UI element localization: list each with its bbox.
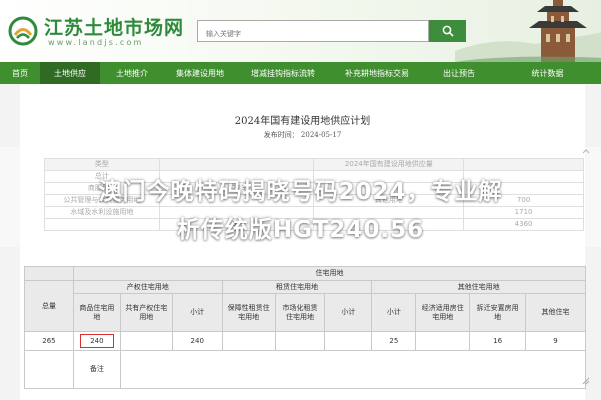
column-header: 市场化租赁住宅用地 [274, 293, 326, 332]
table-cell [24, 350, 74, 389]
pavilion-illustration [455, 0, 601, 62]
main-nav: 首页 土地供应 土地推介 集体建设用地 增减挂钩指标流转 补充耕地指标交易 出让预告 统计数据 [0, 62, 601, 84]
table-cell: 9 [525, 331, 586, 351]
table-cell [24, 266, 74, 281]
total-header: 总量 [24, 280, 74, 332]
housing-header: 住宅用地 [72, 266, 587, 281]
table-cell: 25 [371, 331, 417, 351]
nav-item[interactable]: 补充耕地指标交易 [330, 62, 424, 84]
watermark-text: 澳门今晚特码揭晓号码2024，专业解 [98, 179, 503, 205]
nav-item[interactable]: 统计数据 [494, 62, 601, 84]
column-header: 其他住宅 [525, 293, 586, 332]
table-cell [274, 331, 326, 351]
group-header-other: 其他住宅用地 [371, 280, 586, 294]
site-url: www.landjs.com [48, 38, 144, 47]
nav-item[interactable]: 土地供应 [40, 62, 100, 84]
document-title: 2024年国有建设用地供应计划 [234, 116, 371, 127]
table-row: 265 240 240 25 16 9 [24, 331, 586, 351]
table-row: 商品住宅用地 共有产权住宅用地 小计 保障性租赁住宅用地 市场化租赁住宅用地 小… [25, 293, 586, 332]
remark-label: 备注 [72, 350, 121, 389]
remark-value [119, 350, 587, 389]
nav-item[interactable]: 首页 [0, 62, 40, 84]
column-header: 拆迁安置房用地 [469, 293, 527, 332]
nav-item[interactable]: 土地推介 [100, 62, 164, 84]
table-cell: 16 [469, 331, 527, 351]
housing-land-table: 住宅用地 总量 产权住宅用地 租赁住宅用地 其他住宅用地 商品住宅用地 共有产权… [24, 266, 587, 389]
table-cell: 265 [24, 331, 74, 351]
column-header: 小计 [324, 293, 373, 332]
site-header: 江苏土地市场网 www.landjs.com [0, 0, 601, 62]
table-cell [221, 331, 276, 351]
nav-item[interactable]: 集体建设用地 [164, 62, 236, 84]
site-title[interactable]: 江苏土地市场网 [44, 13, 184, 40]
logo-icon[interactable] [8, 16, 38, 46]
column-header: 小计 [371, 293, 417, 332]
table-cell: 240 [171, 331, 223, 351]
column-header: 小计 [171, 293, 223, 332]
table-row: 备注 [24, 350, 587, 389]
nav-item[interactable]: 增减挂钩指标流转 [236, 62, 330, 84]
table-row: 住宅用地 [24, 266, 587, 281]
watermark-text: 析传统版HGT240.56 [176, 217, 425, 243]
search-box [197, 20, 429, 44]
resize-handle-icon[interactable] [582, 377, 590, 385]
table-cell [415, 331, 471, 351]
column-header: 共有产权住宅用地 [119, 293, 173, 332]
search-input[interactable] [198, 24, 428, 44]
column-header: 保障性租赁住宅用地 [221, 293, 276, 332]
column-header: 经济适用房住宅用地 [415, 293, 471, 332]
table-row: 总量 产权住宅用地 租赁住宅用地 其他住宅用地 [24, 280, 586, 332]
publish-date: 发布时间： 2024-05-17 [263, 131, 342, 139]
group-header-property: 产权住宅用地 [72, 280, 223, 294]
table-cell-commercial: 240 [72, 331, 121, 351]
table-cell [324, 331, 373, 351]
nav-item[interactable]: 出让预告 [424, 62, 494, 84]
table-cell [119, 331, 173, 351]
highlight-box: 240 [79, 334, 114, 348]
group-header-rental: 租赁住宅用地 [221, 280, 373, 294]
column-header: 商品住宅用地 [72, 293, 121, 332]
search-icon [442, 25, 454, 37]
